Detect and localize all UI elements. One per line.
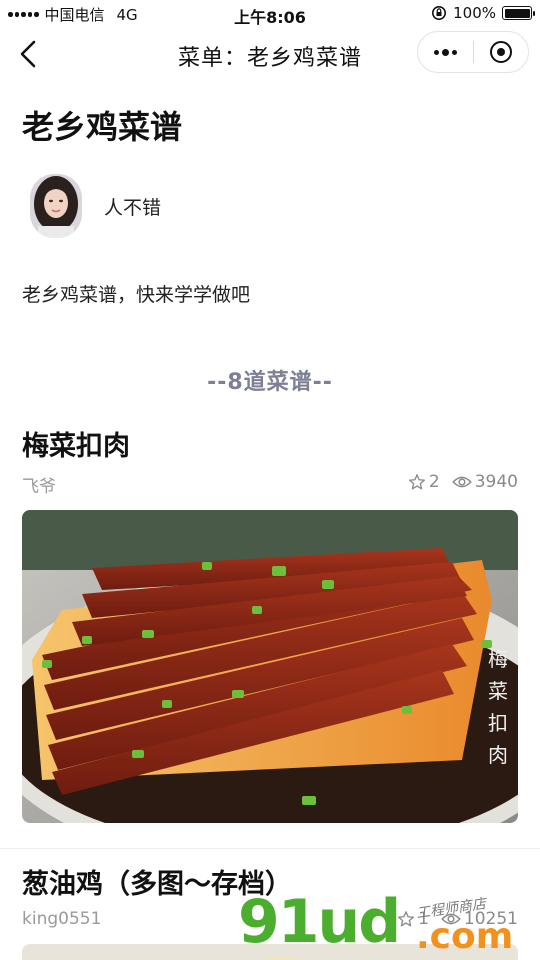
star-count: 2	[428, 472, 440, 492]
mini-program-capsule	[417, 31, 529, 73]
view-count: 3940	[474, 472, 518, 492]
view-count: 10251	[463, 909, 518, 929]
recipe-author[interactable]: 飞爷	[22, 472, 56, 497]
page-title: 老乡鸡菜谱	[22, 108, 183, 146]
nav-bar: 菜单：老乡鸡菜谱	[0, 28, 540, 80]
author-row[interactable]: 人不错	[30, 174, 161, 238]
more-dots-icon	[433, 49, 439, 55]
star-icon	[398, 911, 415, 927]
view-stat: 10251	[441, 909, 518, 929]
menu-description: 老乡鸡菜谱，快来学学做吧	[22, 284, 251, 306]
close-button[interactable]	[473, 32, 528, 72]
view-stat: 3940	[451, 472, 518, 492]
more-button[interactable]	[418, 32, 473, 72]
star-icon	[408, 474, 425, 490]
battery-icon	[502, 6, 535, 20]
svg-text:梅: 梅	[488, 647, 508, 671]
star-stat: 1	[397, 909, 429, 929]
eye-icon	[441, 913, 461, 925]
battery-percent: 100%	[453, 4, 496, 22]
orientation-lock-icon	[432, 6, 447, 20]
target-close-icon	[489, 41, 512, 63]
star-stat: 2	[408, 472, 440, 492]
recipe-author[interactable]: king0551	[22, 909, 101, 929]
svg-text:扣: 扣	[488, 711, 508, 735]
status-right: 100%	[431, 4, 535, 22]
svg-text:菜: 菜	[488, 679, 508, 703]
recipe-image[interactable]: 梅 菜 扣 肉	[22, 510, 518, 823]
recipe-divider	[0, 848, 540, 849]
recipe-stats: 1 10251	[397, 909, 518, 929]
recipe-count: --8道菜谱--	[207, 370, 333, 395]
eye-icon	[451, 476, 472, 488]
author-name[interactable]: 人不错	[104, 193, 161, 220]
avatar[interactable]	[30, 174, 82, 238]
star-count: 1	[418, 909, 429, 929]
recipe-title[interactable]: 梅菜扣肉	[22, 424, 130, 463]
status-bar: 中国电信 4G 上午8:06 100%	[0, 0, 540, 28]
recipe-image[interactable]	[22, 944, 518, 960]
recipe-stats: 2 3940	[408, 472, 518, 492]
svg-text:肉: 肉	[488, 743, 508, 767]
recipe-title[interactable]: 葱油鸡（多图～存档）	[22, 862, 292, 901]
